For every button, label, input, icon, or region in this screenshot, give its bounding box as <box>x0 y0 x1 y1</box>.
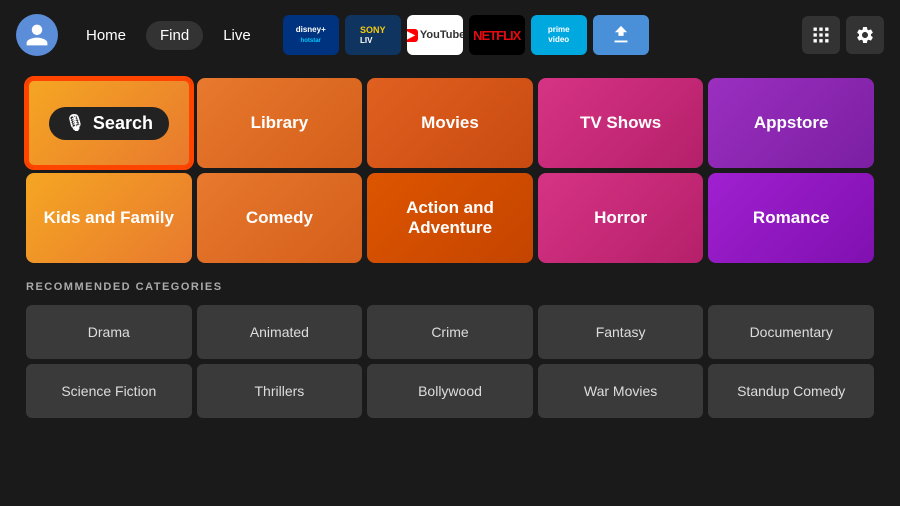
netflix-app[interactable]: NETFLIX <box>469 15 525 55</box>
youtube-app[interactable]: ▶ YouTube <box>407 15 463 55</box>
settings-button[interactable] <box>846 16 884 54</box>
action-label: Action and Adventure <box>367 198 533 238</box>
category-cell[interactable]: Fantasy <box>538 305 704 359</box>
comedy-cell[interactable]: Comedy <box>197 173 363 263</box>
nav-home[interactable]: Home <box>72 21 140 50</box>
category-cell[interactable]: Crime <box>367 305 533 359</box>
prime-video-app[interactable]: primevideo <box>531 15 587 55</box>
tvshows-cell[interactable]: TV Shows <box>538 78 704 168</box>
category-grid: DramaAnimatedCrimeFantasyDocumentary Scie… <box>26 305 874 418</box>
category-cell[interactable]: Drama <box>26 305 192 359</box>
horror-label: Horror <box>594 208 647 228</box>
search-cell[interactable]: 🎙 Search <box>26 78 192 168</box>
app-shortcuts: disney+hotstar SONYLIV ▶ YouTube NETFLIX… <box>283 15 649 55</box>
recommended-title: RECOMMENDED CATEGORIES <box>26 281 874 293</box>
category-cell[interactable]: Documentary <box>708 305 874 359</box>
appstore-label: Appstore <box>754 113 829 133</box>
horror-cell[interactable]: Horror <box>538 173 704 263</box>
movies-label: Movies <box>421 113 479 133</box>
avatar[interactable] <box>16 14 58 56</box>
apps-grid-button[interactable] <box>802 16 840 54</box>
top-navigation: Home Find Live disney+hotstar SONYLIV ▶ … <box>0 0 900 70</box>
main-grid: 🎙 Search Library Movies TV Shows Appstor… <box>26 78 874 263</box>
action-cell[interactable]: Action and Adventure <box>367 173 533 263</box>
category-cell[interactable]: War Movies <box>538 364 704 418</box>
mic-icon: 🎙 <box>65 113 85 133</box>
main-grid-section: 🎙 Search Library Movies TV Shows Appstor… <box>0 70 900 263</box>
nav-icon-buttons <box>802 16 884 54</box>
category-cell[interactable]: Bollywood <box>367 364 533 418</box>
category-cell[interactable]: Thrillers <box>197 364 363 418</box>
downloader-app[interactable] <box>593 15 649 55</box>
kids-label: Kids and Family <box>44 208 174 228</box>
nav-live[interactable]: Live <box>209 21 265 50</box>
disney-hotstar-app[interactable]: disney+hotstar <box>283 15 339 55</box>
movies-cell[interactable]: Movies <box>367 78 533 168</box>
search-label: Search <box>93 113 153 134</box>
romance-cell[interactable]: Romance <box>708 173 874 263</box>
category-cell[interactable]: Standup Comedy <box>708 364 874 418</box>
comedy-label: Comedy <box>246 208 313 228</box>
library-cell[interactable]: Library <box>197 78 363 168</box>
kids-cell[interactable]: Kids and Family <box>26 173 192 263</box>
romance-label: Romance <box>753 208 830 228</box>
sony-liv-app[interactable]: SONYLIV <box>345 15 401 55</box>
recommended-section: RECOMMENDED CATEGORIES DramaAnimatedCrim… <box>0 263 900 418</box>
nav-find[interactable]: Find <box>146 21 203 50</box>
category-cell[interactable]: Animated <box>197 305 363 359</box>
nav-links: Home Find Live <box>72 21 265 50</box>
tvshows-label: TV Shows <box>580 113 661 133</box>
library-label: Library <box>251 113 309 133</box>
appstore-cell[interactable]: Appstore <box>708 78 874 168</box>
category-cell[interactable]: Science Fiction <box>26 364 192 418</box>
